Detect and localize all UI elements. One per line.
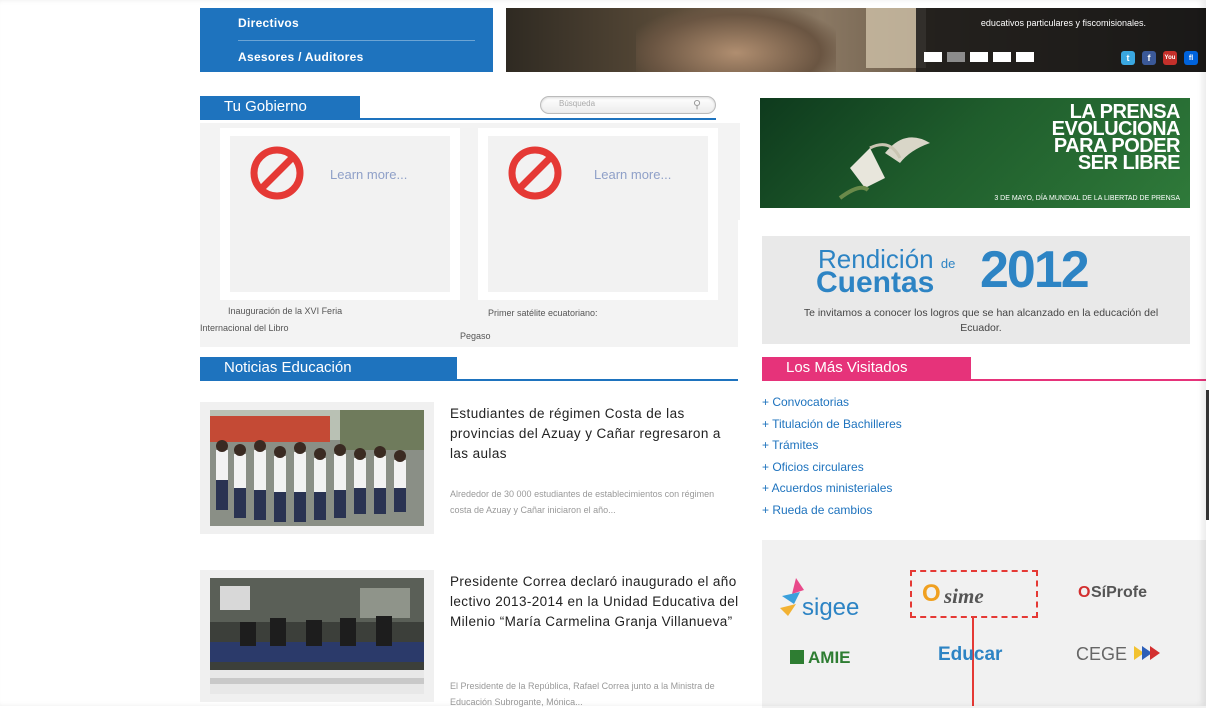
- visitados-header: Los Más Visitados: [762, 357, 1206, 381]
- amie-text: AMIE: [808, 648, 851, 667]
- slider-dot-4[interactable]: [993, 52, 1011, 62]
- noticias-header: Noticias Educación: [200, 357, 740, 381]
- search-icon[interactable]: ⚲: [693, 98, 701, 111]
- news-title-2[interactable]: Presidente Correa declaró inaugurado el …: [450, 572, 740, 632]
- prensa-line-4: SER LIBRE: [1077, 152, 1181, 174]
- amie-mark-icon: [790, 650, 804, 664]
- link-oficios[interactable]: + Oficios circulares: [762, 457, 902, 479]
- educar-logo[interactable]: Educar: [938, 644, 1018, 670]
- ceremony-photo: [210, 578, 424, 694]
- youtube-icon[interactable]: You: [1163, 51, 1177, 65]
- news-excerpt-1: Alrededor de 30 000 estudiantes de estab…: [450, 489, 715, 515]
- prensa-headline: LA PRENSA EVOLUCIONA PARA PODER SER LIBR…: [1052, 102, 1181, 174]
- cege-logo[interactable]: CEGE: [1076, 644, 1176, 670]
- link-acuerdos[interactable]: + Acuerdos ministeriales: [762, 478, 902, 500]
- systems-logo-panel: [762, 540, 1206, 708]
- social-icons: t f You fl: [1121, 51, 1198, 65]
- top-nav: Directivos Asesores / Auditores: [200, 8, 493, 72]
- sime-highlight-box: [910, 570, 1038, 618]
- noticias-title: Noticias Educación: [200, 357, 457, 379]
- sigee-logo[interactable]: sigee: [778, 574, 888, 624]
- news-excerpt-2: El Presidente de la República, Rafael Co…: [450, 681, 715, 707]
- slider-pager: [924, 52, 1034, 62]
- link-titulacion[interactable]: + Titulación de Bachilleres: [762, 414, 902, 436]
- flickr-icon[interactable]: fl: [1184, 51, 1198, 65]
- facebook-icon[interactable]: f: [1142, 51, 1156, 65]
- gobierno-underline: [200, 118, 716, 120]
- sigee-text: sigee: [802, 594, 860, 621]
- search-placeholder: Búsqueda: [559, 99, 596, 108]
- gobierno-card-2[interactable]: Learn more...: [478, 128, 718, 300]
- cege-text: CEGE: [1076, 644, 1128, 664]
- cege-arrows-icon: [1134, 646, 1160, 660]
- hero-photo: [636, 8, 836, 72]
- card-caption-1a[interactable]: Inauguración de la XVI Feria: [228, 306, 342, 316]
- rendicion-year: 2012: [980, 241, 1090, 299]
- newspaper-bird-graphic: [838, 137, 930, 200]
- siprofe-logo[interactable]: O SíProfe: [1078, 584, 1190, 608]
- siprofe-o-icon: O: [1078, 584, 1091, 601]
- students-photo: [210, 410, 424, 526]
- card-caption-2a[interactable]: Primer satélite ecuatoriano:: [488, 308, 598, 318]
- slider-dot-5[interactable]: [1016, 52, 1034, 62]
- educar-text: Educar: [938, 644, 1003, 665]
- nav-item-asesores[interactable]: Asesores / Auditores: [238, 50, 364, 64]
- visitados-title: Los Más Visitados: [762, 357, 971, 379]
- gobierno-card-1[interactable]: Learn more...: [220, 128, 460, 300]
- learn-more-link[interactable]: Learn more...: [594, 167, 671, 182]
- siprofe-text: SíProfe: [1091, 584, 1148, 601]
- learn-more-link[interactable]: Learn more...: [330, 167, 407, 182]
- twitter-icon[interactable]: t: [1121, 51, 1135, 65]
- news-title-1[interactable]: Estudiantes de régimen Costa de las prov…: [450, 404, 740, 464]
- rendicion-de: de: [940, 256, 956, 271]
- hero-caption: educativos particulares y fiscomisionale…: [980, 18, 1146, 28]
- link-tramites[interactable]: + Trámites: [762, 435, 902, 457]
- prensa-banner[interactable]: LA PRENSA EVOLUCIONA PARA PODER SER LIBR…: [760, 98, 1190, 208]
- cuentas-word: Cuentas: [816, 266, 935, 299]
- search-input[interactable]: Búsqueda ⚲: [540, 96, 716, 114]
- link-rueda-cambios[interactable]: + Rueda de cambios: [762, 500, 902, 522]
- noticias-underline: [200, 379, 740, 381]
- visitados-underline: [762, 379, 1206, 381]
- visitados-list: + Convocatorias + Titulación de Bachille…: [762, 392, 902, 521]
- slider-dot-3[interactable]: [970, 52, 988, 62]
- no-entry-icon: [250, 146, 304, 200]
- prensa-subtitle: 3 DE MAYO, DÍA MUNDIAL DE LA LIBERTAD DE…: [994, 195, 1180, 202]
- nav-item-directivos[interactable]: Directivos: [238, 16, 299, 30]
- no-entry-icon: [508, 146, 562, 200]
- card-caption-2b[interactable]: Pegaso: [460, 331, 491, 341]
- rendicion-text: Te invitamos a conocer los logros que se…: [803, 307, 1159, 334]
- news-thumbnail-1[interactable]: [200, 402, 434, 534]
- gobierno-title: Tu Gobierno: [200, 96, 360, 118]
- nav-divider: [238, 40, 475, 41]
- hero-banner[interactable]: educativos particulares y fiscomisionale…: [506, 8, 1206, 72]
- card-caption-1b[interactable]: Internacional del Libro: [200, 323, 289, 333]
- slider-dot-2[interactable]: [947, 52, 965, 62]
- slider-dot-1[interactable]: [924, 52, 942, 62]
- amie-logo[interactable]: AMIE: [790, 648, 870, 670]
- link-convocatorias[interactable]: + Convocatorias: [762, 392, 902, 414]
- rendicion-banner[interactable]: Rendición de Cuentas 2012 Te invitamos a…: [762, 236, 1190, 344]
- news-thumbnail-2[interactable]: [200, 570, 434, 702]
